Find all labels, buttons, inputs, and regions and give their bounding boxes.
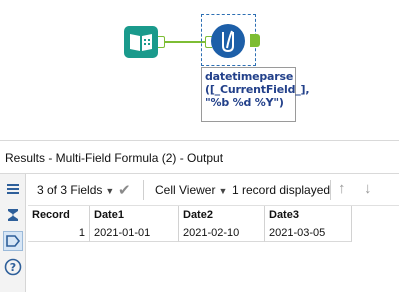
tag-icon[interactable] — [3, 231, 23, 251]
tool-annotation: datetimeparse ([_CurrentField_], "%b %d … — [201, 67, 310, 122]
arrow-up-icon[interactable]: ↑ — [338, 180, 346, 197]
record-count: 1 record displayed — [232, 183, 331, 197]
table-cell[interactable]: 2021-01-01 — [90, 224, 179, 242]
input-data-tool[interactable] — [124, 26, 158, 58]
help-icon[interactable]: ? — [3, 257, 23, 277]
column-header[interactable]: Date3 — [265, 206, 352, 224]
workflow-canvas[interactable]: datetimeparse ([_CurrentField_], "%b %d … — [0, 0, 399, 140]
chevron-down-icon: ▼ — [105, 186, 115, 196]
annotation-line: datetimeparse — [205, 70, 294, 83]
column-header[interactable]: Record — [28, 206, 90, 224]
fields-dropdown-label: 3 of 3 Fields — [37, 183, 103, 197]
viewer-dropdown[interactable]: Cell Viewer ▼ — [155, 183, 227, 197]
toolbar-divider — [143, 180, 144, 200]
table-row[interactable]: 1 2021-01-01 2021-02-10 2021-03-05 — [28, 224, 352, 242]
chevron-down-icon: ▼ — [218, 186, 228, 196]
svg-text:?: ? — [10, 261, 16, 274]
sigma-icon[interactable] — [3, 205, 23, 225]
formula-output-anchor[interactable] — [250, 34, 260, 47]
results-toolbar: 3 of 3 Fields ▼ ✔ Cell Viewer ▼ 1 record d… — [28, 174, 399, 206]
checkmark-icon[interactable]: ✔ — [118, 181, 131, 199]
annotation-line: ([_CurrentField_], — [205, 83, 310, 96]
record-cell[interactable]: 1 — [28, 224, 90, 242]
toolbar-divider — [330, 180, 331, 200]
formula-beaker-icon — [222, 30, 234, 53]
results-left-bar: ? — [0, 174, 26, 292]
results-header: Results - Multi-Field Formula (2) - Outp… — [0, 140, 399, 174]
book-icon — [130, 34, 152, 51]
column-header[interactable]: Date1 — [90, 206, 179, 224]
input-output-anchor[interactable] — [158, 36, 165, 48]
table-header-row: Record Date1 Date2 Date3 — [28, 206, 352, 224]
table-cell[interactable]: 2021-02-10 — [179, 224, 265, 242]
results-window: Results - Multi-Field Formula (2) - Outp… — [0, 140, 399, 292]
arrow-down-icon[interactable]: ↓ — [364, 180, 372, 197]
list-icon[interactable] — [3, 179, 23, 199]
fields-dropdown[interactable]: 3 of 3 Fields ▼ — [37, 183, 114, 197]
results-title: Results - Multi-Field Formula (2) - Outp… — [5, 151, 224, 165]
column-header[interactable]: Date2 — [179, 206, 265, 224]
annotation-line: "%b %d %Y") — [205, 96, 284, 109]
viewer-dropdown-label: Cell Viewer — [155, 183, 216, 197]
table-cell[interactable]: 2021-03-05 — [265, 224, 352, 242]
results-table: Record Date1 Date2 Date3 1 2021-01-01 20… — [28, 206, 352, 242]
multi-field-formula-tool[interactable] — [211, 24, 245, 58]
